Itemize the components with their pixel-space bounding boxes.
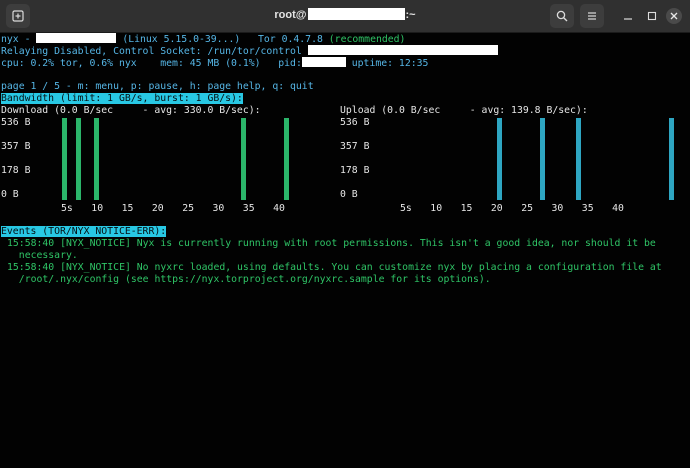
download-y-tick: 357 B bbox=[1, 141, 31, 152]
download-bar bbox=[284, 118, 290, 200]
close-button[interactable] bbox=[666, 8, 682, 24]
download-bar bbox=[94, 118, 100, 200]
upload-x-tick: 20 bbox=[490, 203, 503, 214]
download-x-tick: 10 bbox=[91, 203, 104, 214]
minimize-icon bbox=[624, 18, 632, 20]
download-y-tick: 536 B bbox=[1, 117, 31, 128]
close-icon bbox=[670, 12, 678, 20]
upload-bar bbox=[669, 118, 675, 200]
title-bar: root@:~ bbox=[0, 0, 690, 33]
upload-y-tick: 178 B bbox=[340, 165, 370, 176]
upload-x-tick: 10 bbox=[430, 203, 443, 214]
download-bar bbox=[241, 118, 247, 200]
event-log-line: /root/.nyx/config (see https://nyx.torpr… bbox=[7, 274, 491, 285]
upload-bar bbox=[497, 118, 502, 200]
menu-button[interactable] bbox=[580, 4, 604, 28]
header-line-3: cpu: 0.2% tor, 0.6% nyx mem: 45 MB (0.1%… bbox=[1, 57, 429, 69]
upload-graph-label: Upload (0.0 B/sec - avg: 139.8 B/sec): bbox=[340, 105, 588, 116]
download-bar bbox=[62, 118, 67, 200]
download-x-tick: 35 bbox=[242, 203, 255, 214]
download-x-tick: 15 bbox=[121, 203, 134, 214]
download-x-tick: 30 bbox=[212, 203, 225, 214]
event-log-line: 15:58:40 [NYX_NOTICE] No nyxrc loaded, u… bbox=[7, 262, 662, 273]
upload-bar bbox=[540, 118, 546, 200]
download-x-tick: 25 bbox=[182, 203, 194, 214]
events-panel-heading: Events (TOR/NYX NOTICE-ERR): bbox=[1, 226, 167, 237]
redacted-hostname bbox=[36, 33, 117, 43]
upload-x-tick: 30 bbox=[551, 203, 564, 214]
download-bar bbox=[76, 118, 82, 200]
download-x-tick: 20 bbox=[151, 203, 164, 214]
page-navigation: page 1 / 5 - m: menu, p: pause, h: page … bbox=[1, 81, 314, 92]
upload-y-tick: 0 B bbox=[340, 189, 358, 200]
terminal-window: root@:~ nyx - (Linux 5.15.0-39...) Tor … bbox=[0, 0, 690, 468]
redacted-pid bbox=[301, 57, 346, 67]
upload-x-tick: 15 bbox=[460, 203, 473, 214]
maximize-icon bbox=[647, 11, 657, 21]
search-button[interactable] bbox=[550, 4, 574, 28]
download-x-tick: 5s bbox=[61, 203, 73, 214]
search-icon bbox=[556, 10, 568, 22]
minimize-button[interactable] bbox=[616, 4, 640, 28]
redacted-hostname bbox=[307, 8, 405, 20]
event-log-line: 15:58:40 [NYX_NOTICE] Nyx is currently r… bbox=[7, 238, 656, 249]
upload-x-tick: 25 bbox=[521, 203, 533, 214]
download-x-tick: 40 bbox=[273, 203, 285, 214]
event-log-line: necessary. bbox=[7, 250, 78, 261]
redacted-address bbox=[307, 45, 498, 55]
download-graph-label: Download (0.0 B/sec - avg: 330.0 B/sec): bbox=[1, 105, 261, 116]
upload-y-tick: 536 B bbox=[340, 117, 370, 128]
upload-x-tick: 35 bbox=[581, 203, 594, 214]
upload-x-tick: 5s bbox=[400, 203, 412, 214]
terminal-content[interactable]: nyx - (Linux 5.15.0-39...) Tor 0.4.7.8 (… bbox=[0, 33, 690, 468]
download-y-tick: 0 B bbox=[1, 189, 19, 200]
maximize-button[interactable] bbox=[640, 4, 664, 28]
upload-y-tick: 357 B bbox=[340, 141, 370, 152]
download-y-tick: 178 B bbox=[1, 165, 31, 176]
upload-x-tick: 40 bbox=[612, 203, 624, 214]
upload-bar bbox=[575, 118, 581, 200]
hamburger-menu-icon bbox=[588, 12, 596, 20]
bandwidth-panel-heading: Bandwidth (limit: 1 GB/s, burst: 1 GB/s)… bbox=[1, 93, 243, 104]
